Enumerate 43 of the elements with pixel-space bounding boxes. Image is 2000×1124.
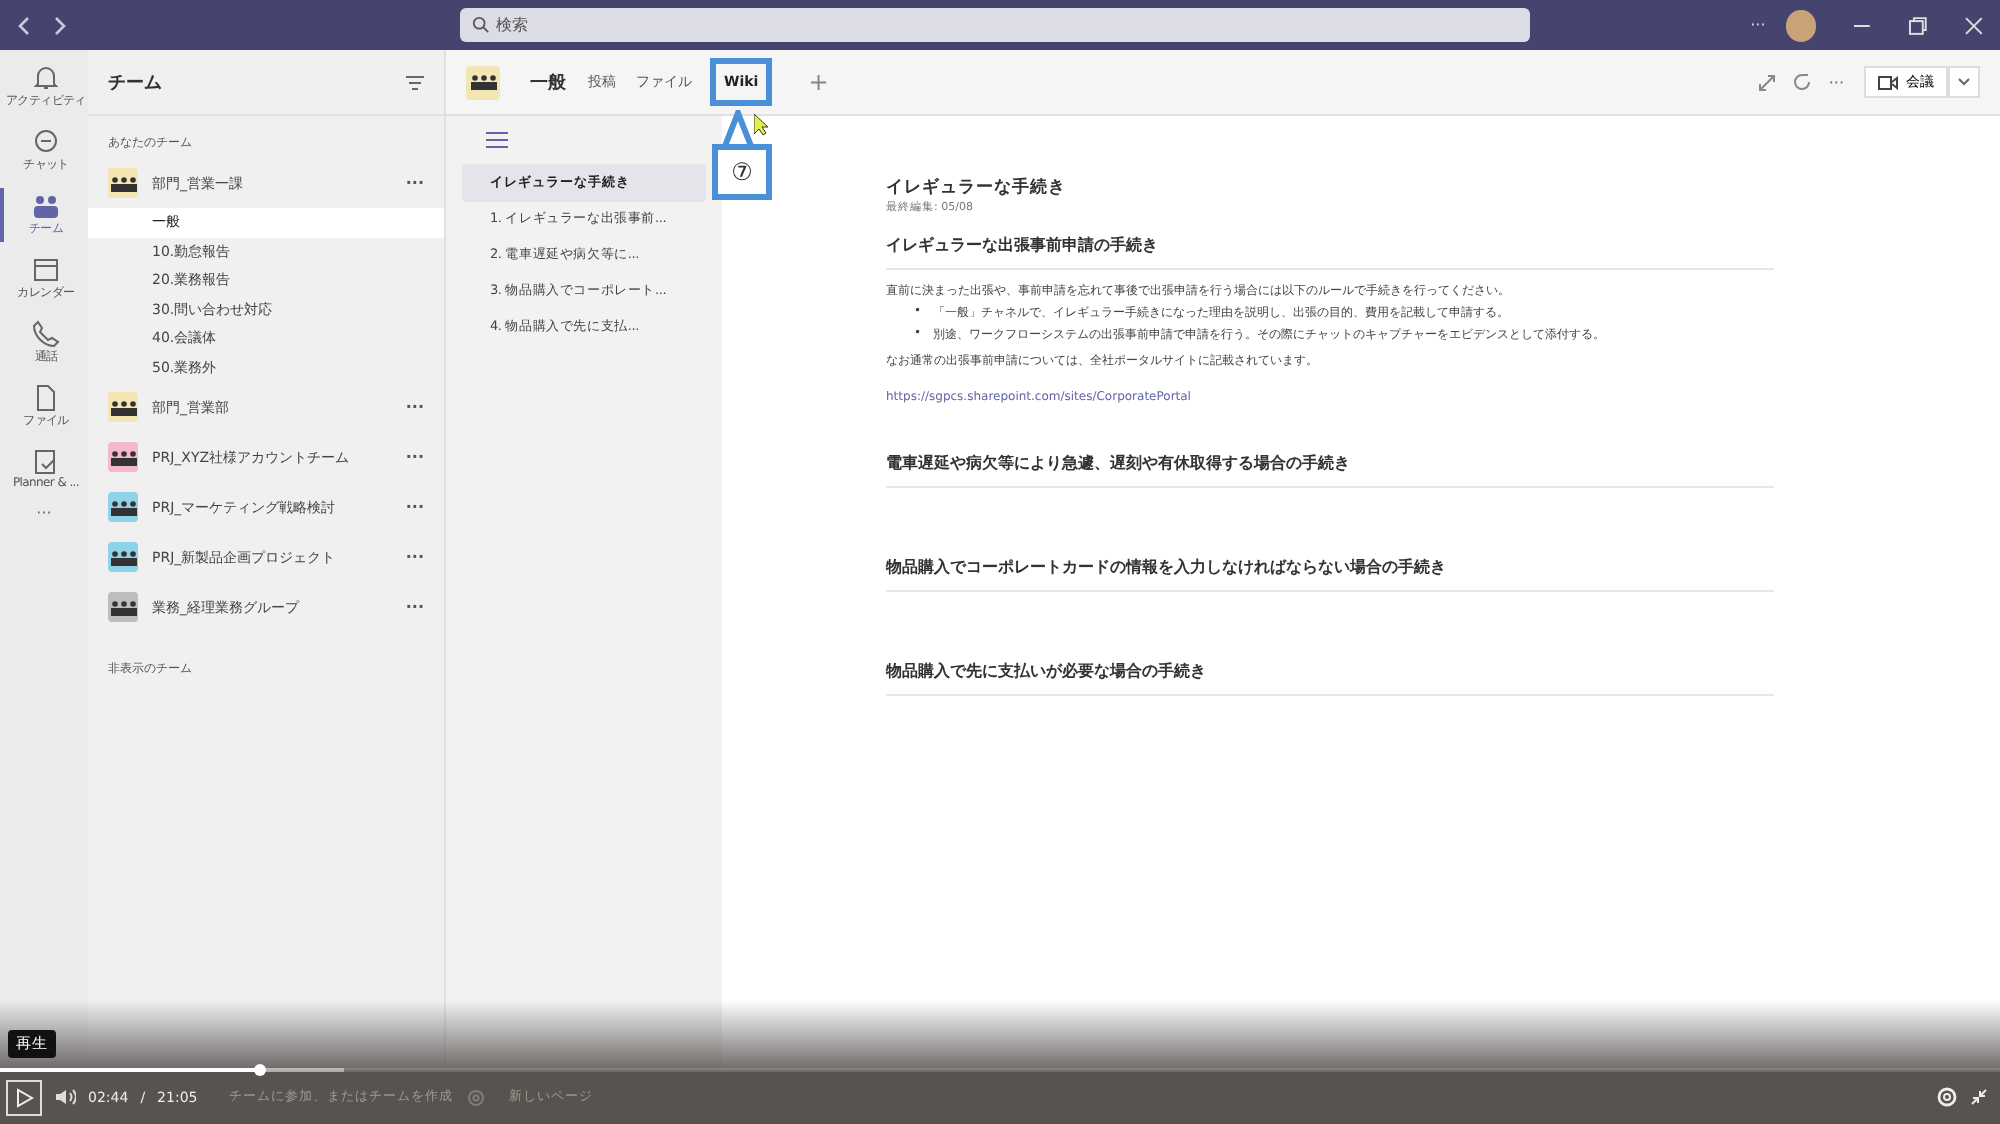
more-button[interactable]: ···: [405, 174, 424, 192]
people-icon: [32, 192, 60, 220]
avatar[interactable]: [1785, 9, 1817, 41]
more-button[interactable]: ···: [1750, 16, 1766, 34]
play-icon: [15, 1087, 33, 1107]
channel-name: 一般: [530, 71, 566, 95]
chat-icon: [32, 128, 60, 156]
page-title: イレギュラーな手続き: [886, 176, 1068, 200]
menu-icon[interactable]: [486, 132, 508, 148]
back-icon[interactable]: [16, 15, 32, 35]
video-camera-icon: [1878, 75, 1898, 89]
section-heading: 電車遅延や病欠等により急遽、遅刻や有休取得する場合の手続き: [886, 452, 1774, 488]
filter-icon[interactable]: [406, 75, 424, 89]
caret-button[interactable]: [1948, 66, 1980, 98]
restore-icon[interactable]: [1908, 15, 1929, 35]
more-apps-button[interactable]: ···: [36, 504, 52, 522]
more-button[interactable]: ···: [405, 548, 424, 566]
panel-title: チーム: [108, 71, 162, 95]
search-field[interactable]: 検索: [460, 8, 1531, 42]
section-heading: 物品購入でコーポレートカードの情報を入力しなければならない場合の手続き: [886, 556, 1774, 592]
more-button[interactable]: ···: [1828, 73, 1844, 91]
file-icon: [32, 384, 60, 412]
volume-icon[interactable]: [54, 1088, 76, 1106]
calendar-icon: [32, 256, 60, 284]
more-button[interactable]: ···: [405, 398, 424, 416]
play-button[interactable]: [6, 1079, 42, 1115]
more-button[interactable]: ···: [405, 448, 424, 466]
section-heading: イレギュラーな出張事前申請の手続き: [886, 234, 1774, 270]
phone-icon: [32, 320, 60, 348]
expand-icon[interactable]: [1758, 73, 1777, 91]
caret-icon: [1958, 78, 1970, 86]
more-button[interactable]: ···: [405, 498, 424, 516]
close-icon[interactable]: [1964, 15, 1985, 35]
channel-avatar: [466, 65, 500, 99]
more-button[interactable]: ···: [405, 598, 424, 616]
checklist-icon: [32, 448, 60, 476]
bell-icon: [32, 64, 60, 92]
section-heading: 物品購入で先に支払いが必要な場合の手続き: [886, 660, 1774, 696]
search-icon: [472, 16, 490, 34]
collapse-icon[interactable]: [1970, 1088, 1988, 1106]
cursor-icon: [754, 114, 770, 136]
forward-icon[interactable]: [52, 15, 68, 35]
refresh-icon[interactable]: [1792, 72, 1813, 92]
